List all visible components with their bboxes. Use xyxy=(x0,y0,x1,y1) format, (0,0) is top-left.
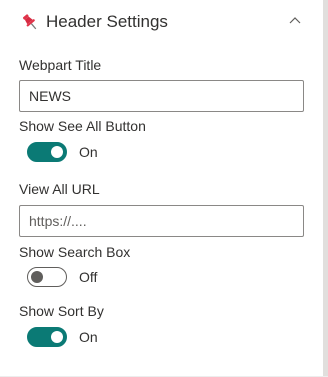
toggle-knob xyxy=(31,271,43,283)
view-all-url-input[interactable] xyxy=(19,205,304,237)
chevron-up-icon[interactable] xyxy=(286,14,304,28)
pushpin-icon xyxy=(20,12,40,32)
show-see-all-toggle[interactable] xyxy=(27,142,67,162)
pane-scroll-edge xyxy=(323,0,328,377)
show-sort-by-label: Show Sort By xyxy=(19,303,104,319)
show-search-box-state: Off xyxy=(79,269,98,285)
show-search-box-toggle[interactable] xyxy=(27,267,67,287)
show-sort-by-toggle[interactable] xyxy=(27,327,67,347)
show-search-box-label: Show Search Box xyxy=(19,244,131,260)
toggle-knob xyxy=(51,331,63,343)
webpart-title-label: Webpart Title xyxy=(19,57,102,73)
group-title: Header Settings xyxy=(46,12,168,31)
show-sort-by-state: On xyxy=(79,329,98,345)
show-see-all-label: Show See All Button xyxy=(19,118,146,134)
property-pane: Header Settings Webpart Title Show See A… xyxy=(0,0,328,377)
show-see-all-state: On xyxy=(79,144,98,160)
webpart-title-input[interactable] xyxy=(19,80,304,112)
toggle-knob xyxy=(51,146,63,158)
view-all-url-label: View All URL xyxy=(19,181,100,197)
header-settings-group-header[interactable]: Header Settings xyxy=(0,0,322,44)
